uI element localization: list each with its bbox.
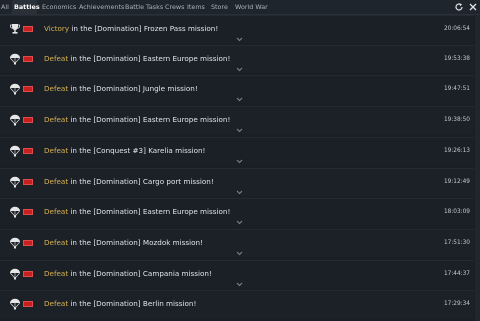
tab-achievements[interactable]: Achievements bbox=[79, 0, 124, 14]
entry-outcome: Defeat bbox=[44, 207, 69, 216]
flag-icon bbox=[23, 56, 33, 62]
chevron-down-icon[interactable] bbox=[236, 220, 243, 225]
entry-text: in the [Domination] Eastern Europe missi… bbox=[68, 207, 231, 216]
entry-message: Defeat in the [Domination] Cargo port mi… bbox=[44, 177, 214, 186]
list-item[interactable]: Victory in the [Domination] Frozen Pass … bbox=[0, 15, 474, 43]
tab-battles[interactable]: Battles bbox=[12, 0, 40, 14]
defeat-parachute-icon bbox=[10, 298, 20, 310]
entry-outcome: Defeat bbox=[44, 238, 69, 247]
flag-icon bbox=[23, 117, 33, 123]
tab-bar: All Battles Economics Achievements Battl… bbox=[0, 0, 480, 15]
entry-time: 17:29:34 bbox=[443, 301, 470, 307]
defeat-parachute-icon bbox=[10, 145, 20, 157]
chevron-down-icon[interactable] bbox=[236, 37, 243, 42]
entry-time: 19:38:50 bbox=[443, 117, 470, 123]
entry-message: Defeat in the [Domination] Campania miss… bbox=[44, 269, 212, 278]
entry-text: in the [Domination] Frozen Pass mission! bbox=[69, 24, 219, 33]
close-icon[interactable] bbox=[468, 2, 478, 12]
tab-economics[interactable]: Economics bbox=[42, 0, 76, 14]
defeat-parachute-icon bbox=[10, 268, 20, 280]
defeat-parachute-icon bbox=[10, 83, 20, 95]
entry-message: Defeat in the [Domination] Eastern Europ… bbox=[44, 115, 230, 124]
entry-message: Defeat in the [Domination] Eastern Europ… bbox=[44, 54, 230, 63]
entry-text: in the [Domination] Mozdok mission! bbox=[68, 238, 203, 247]
list-item[interactable]: Defeat in the [Domination] Eastern Europ… bbox=[0, 106, 474, 134]
victory-trophy-icon bbox=[10, 24, 20, 34]
entry-time: 17:44:37 bbox=[443, 271, 470, 277]
entry-outcome: Defeat bbox=[44, 146, 69, 155]
tab-battle-tasks[interactable]: Battle Tasks bbox=[125, 0, 163, 14]
list-item[interactable]: Defeat in the [Domination] Campania miss… bbox=[0, 260, 474, 288]
entry-time: 19:12:49 bbox=[443, 179, 470, 185]
entry-outcome: Victory bbox=[44, 24, 70, 33]
chevron-down-icon[interactable] bbox=[236, 251, 243, 256]
entry-text: in the [Domination] Berlin mission! bbox=[68, 299, 197, 308]
entry-outcome: Defeat bbox=[44, 299, 69, 308]
entry-message: Defeat in the [Domination] Mozdok missio… bbox=[44, 238, 203, 247]
list-item[interactable]: Defeat in the [Domination] Mozdok missio… bbox=[0, 229, 474, 257]
defeat-parachute-icon bbox=[10, 114, 20, 126]
entry-message: Defeat in the [Conquest #3] Karelia miss… bbox=[44, 146, 205, 155]
flag-icon bbox=[23, 240, 33, 246]
tab-all[interactable]: All bbox=[1, 0, 9, 14]
entry-outcome: Defeat bbox=[44, 115, 69, 124]
flag-icon bbox=[23, 209, 33, 215]
entry-outcome: Defeat bbox=[44, 177, 69, 186]
entry-time: 18:03:09 bbox=[443, 209, 470, 215]
list-item[interactable]: Defeat in the [Domination] Eastern Europ… bbox=[0, 45, 474, 73]
defeat-parachute-icon bbox=[10, 176, 20, 188]
defeat-parachute-icon bbox=[10, 53, 20, 65]
entry-message: Defeat in the [Domination] Jungle missio… bbox=[44, 84, 198, 93]
list-item[interactable]: Defeat in the [Domination] Cargo port mi… bbox=[0, 168, 474, 196]
chevron-down-icon[interactable] bbox=[236, 190, 243, 195]
entry-time: 17:51:30 bbox=[443, 240, 470, 246]
tab-store[interactable]: Store bbox=[211, 0, 228, 14]
entry-text: in the [Domination] Eastern Europe missi… bbox=[68, 115, 231, 124]
entry-text: in the [Domination] Eastern Europe missi… bbox=[68, 54, 231, 63]
entry-message: Defeat in the [Domination] Berlin missio… bbox=[44, 299, 196, 308]
entry-time: 19:26:13 bbox=[443, 148, 470, 154]
scrollbar[interactable] bbox=[475, 15, 480, 321]
refresh-icon[interactable] bbox=[454, 2, 464, 12]
defeat-parachute-icon bbox=[10, 206, 20, 218]
flag-icon bbox=[23, 148, 33, 154]
chevron-down-icon[interactable] bbox=[236, 97, 243, 102]
flag-icon bbox=[23, 271, 33, 277]
flag-icon bbox=[23, 26, 33, 32]
list-item[interactable]: Defeat in the [Domination] Eastern Europ… bbox=[0, 198, 474, 226]
tab-crews[interactable]: Crews bbox=[165, 0, 184, 14]
list-item[interactable]: Defeat in the [Conquest #3] Karelia miss… bbox=[0, 137, 474, 165]
flag-icon bbox=[23, 301, 33, 307]
entry-message: Defeat in the [Domination] Eastern Europ… bbox=[44, 207, 230, 216]
entry-text: in the [Conquest #3] Karelia mission! bbox=[68, 146, 206, 155]
chevron-down-icon[interactable] bbox=[236, 282, 243, 287]
chevron-down-icon[interactable] bbox=[236, 128, 243, 133]
entry-text: in the [Domination] Campania mission! bbox=[68, 269, 212, 278]
list-item[interactable]: Defeat in the [Domination] Jungle missio… bbox=[0, 75, 474, 103]
list-item[interactable]: Defeat in the [Domination] Berlin missio… bbox=[0, 290, 474, 318]
defeat-parachute-icon bbox=[10, 237, 20, 249]
entry-message: Victory in the [Domination] Frozen Pass … bbox=[44, 24, 218, 33]
entry-outcome: Defeat bbox=[44, 269, 69, 278]
entry-text: in the [Domination] Jungle mission! bbox=[68, 84, 198, 93]
flag-icon bbox=[23, 179, 33, 185]
entry-outcome: Defeat bbox=[44, 54, 69, 63]
tab-world-war[interactable]: World War bbox=[235, 0, 268, 14]
chevron-down-icon[interactable] bbox=[236, 159, 243, 164]
entry-outcome: Defeat bbox=[44, 84, 69, 93]
flag-icon bbox=[23, 86, 33, 92]
entry-time: 20:06:54 bbox=[443, 26, 470, 32]
tab-items[interactable]: Items bbox=[187, 0, 205, 14]
entry-text: in the [Domination] Cargo port mission! bbox=[68, 177, 214, 186]
chevron-down-icon[interactable] bbox=[236, 67, 243, 72]
entry-time: 19:47:51 bbox=[443, 86, 470, 92]
entry-time: 19:53:38 bbox=[443, 56, 470, 62]
